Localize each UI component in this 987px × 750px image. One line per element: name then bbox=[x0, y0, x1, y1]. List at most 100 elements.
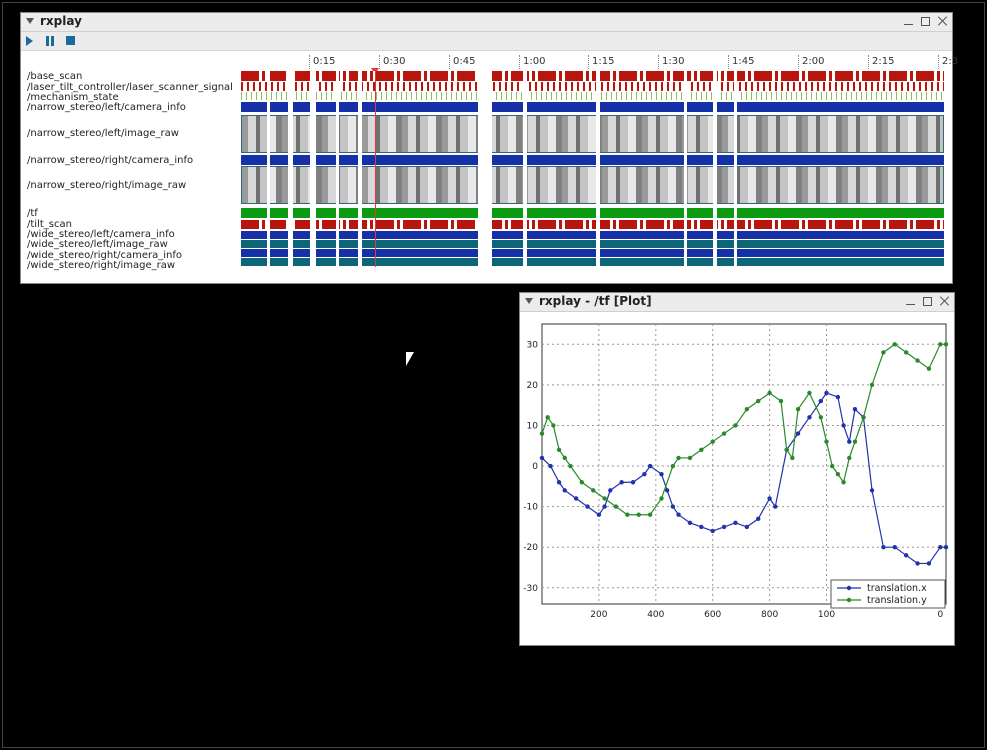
recording-gap bbox=[478, 71, 492, 271]
series-point bbox=[710, 439, 715, 444]
plot-area: 30 20 10 0 -10 -20 -30 200 400 600 800 100 0 translat… bbox=[520, 312, 954, 645]
topic-track[interactable] bbox=[241, 258, 944, 266]
series-point bbox=[943, 544, 949, 550]
series-point bbox=[676, 512, 681, 517]
time-tick: 0:30 bbox=[379, 55, 405, 69]
series-point bbox=[659, 471, 664, 477]
series-point bbox=[903, 350, 909, 355]
time-tick: 2:00 bbox=[798, 55, 824, 69]
topic-label[interactable]: /narrow_stereo/left/camera_info bbox=[27, 102, 186, 113]
topic-label[interactable]: /wide_stereo/right/image_raw bbox=[27, 260, 175, 271]
plot-minimize-icon[interactable] bbox=[905, 295, 916, 307]
topic-track[interactable] bbox=[241, 115, 944, 153]
series-point bbox=[841, 423, 846, 428]
topic-track[interactable] bbox=[241, 249, 944, 257]
series-point bbox=[795, 407, 801, 412]
topic-label[interactable]: /tf bbox=[27, 208, 38, 219]
plot-close-icon[interactable] bbox=[939, 295, 950, 307]
series-point bbox=[699, 447, 704, 452]
series-point bbox=[551, 423, 556, 428]
topic-track[interactable] bbox=[241, 231, 944, 239]
series-point bbox=[861, 415, 866, 420]
plot-window-menu-icon[interactable] bbox=[525, 298, 533, 304]
series-point bbox=[841, 480, 846, 485]
recording-gap bbox=[310, 71, 316, 271]
topic-track[interactable] bbox=[241, 166, 944, 204]
close-icon[interactable] bbox=[937, 15, 948, 27]
series-point bbox=[687, 455, 693, 461]
topic-track[interactable] bbox=[241, 102, 944, 112]
series-point bbox=[790, 455, 795, 461]
series-point bbox=[881, 544, 886, 550]
titlebar[interactable]: rxplay bbox=[21, 13, 952, 32]
topic-label[interactable]: /narrow_stereo/right/image_raw bbox=[27, 180, 186, 191]
y-tick-label: -20 bbox=[523, 543, 538, 553]
minimize-icon[interactable] bbox=[903, 15, 914, 27]
series-point bbox=[710, 528, 715, 534]
x-tick-label: 100 bbox=[818, 610, 835, 620]
topic-track[interactable] bbox=[241, 220, 944, 229]
window-menu-icon[interactable] bbox=[26, 18, 34, 24]
recording-gap bbox=[288, 71, 293, 271]
series-point bbox=[744, 524, 750, 530]
y-tick-label: -10 bbox=[523, 503, 538, 513]
plot-maximize-icon[interactable] bbox=[922, 295, 933, 307]
plot-titlebar[interactable]: rxplay - /tf [Plot] bbox=[520, 293, 954, 312]
series-point bbox=[938, 544, 943, 550]
legend-label: translation.y bbox=[867, 595, 927, 606]
recording-gap bbox=[684, 71, 687, 271]
maximize-icon[interactable] bbox=[920, 15, 931, 27]
series-point bbox=[568, 463, 573, 469]
series-point bbox=[778, 398, 784, 404]
series-point bbox=[539, 455, 545, 461]
time-ruler[interactable]: 0:15 0:30 0:45 1:00 1:15 1:30 1:45 2:00 2:15 2:3 bbox=[241, 53, 958, 71]
series-point bbox=[579, 480, 585, 485]
series-point bbox=[915, 561, 920, 566]
series-point bbox=[664, 488, 670, 493]
topic-track[interactable] bbox=[241, 240, 944, 248]
series-point bbox=[756, 516, 761, 521]
tf-plot[interactable]: 3020100-10-20-30200 400 600 800 100 0translat… bbox=[520, 312, 954, 645]
x-tick-label: 0 bbox=[937, 610, 943, 620]
series-point bbox=[869, 488, 875, 493]
series-point bbox=[852, 407, 858, 412]
topic-track[interactable] bbox=[241, 208, 944, 218]
y-tick-label: 0 bbox=[532, 462, 538, 472]
time-tick: 0:15 bbox=[309, 55, 335, 69]
recording-gap bbox=[336, 71, 339, 271]
topic-label[interactable]: /base_scan bbox=[27, 71, 82, 82]
plot-window-title: rxplay - /tf [Plot] bbox=[539, 294, 652, 308]
topic-track[interactable] bbox=[241, 82, 944, 91]
plot-window: rxplay - /tf [Plot] 30 20 10 0 -10 -20 -30 200 4… bbox=[519, 292, 955, 646]
recording-gap bbox=[358, 71, 362, 271]
pause-icon[interactable] bbox=[44, 35, 56, 47]
series-point bbox=[852, 439, 858, 444]
time-tick: 2:15 bbox=[868, 55, 894, 69]
topic-track[interactable] bbox=[241, 155, 944, 165]
timeline-tracks[interactable] bbox=[241, 71, 944, 271]
series-point bbox=[733, 423, 738, 428]
topic-label[interactable]: /wide_stereo/left/image_raw bbox=[27, 239, 168, 250]
topic-label[interactable]: /narrow_stereo/right/camera_info bbox=[27, 155, 193, 166]
series-point bbox=[835, 471, 841, 477]
series-point bbox=[818, 398, 824, 404]
playhead-line[interactable] bbox=[375, 71, 376, 267]
y-tick-label: -30 bbox=[523, 584, 538, 594]
play-icon[interactable] bbox=[26, 36, 33, 46]
y-tick-label: 10 bbox=[527, 421, 539, 431]
series-point bbox=[699, 524, 704, 530]
recording-gap bbox=[713, 71, 717, 271]
series-point bbox=[562, 455, 567, 461]
series-point bbox=[938, 342, 943, 347]
series-point bbox=[773, 504, 778, 509]
series-point bbox=[756, 398, 761, 404]
series-point bbox=[591, 488, 596, 493]
topic-label[interactable]: /narrow_stereo/left/image_raw bbox=[27, 128, 179, 139]
topic-track[interactable] bbox=[241, 92, 944, 100]
series-point bbox=[892, 544, 897, 550]
stop-icon[interactable] bbox=[66, 36, 75, 45]
legend-marker bbox=[846, 597, 852, 603]
topic-track[interactable] bbox=[241, 71, 944, 81]
series-point bbox=[630, 480, 636, 485]
x-tick-label: 400 bbox=[647, 610, 664, 620]
